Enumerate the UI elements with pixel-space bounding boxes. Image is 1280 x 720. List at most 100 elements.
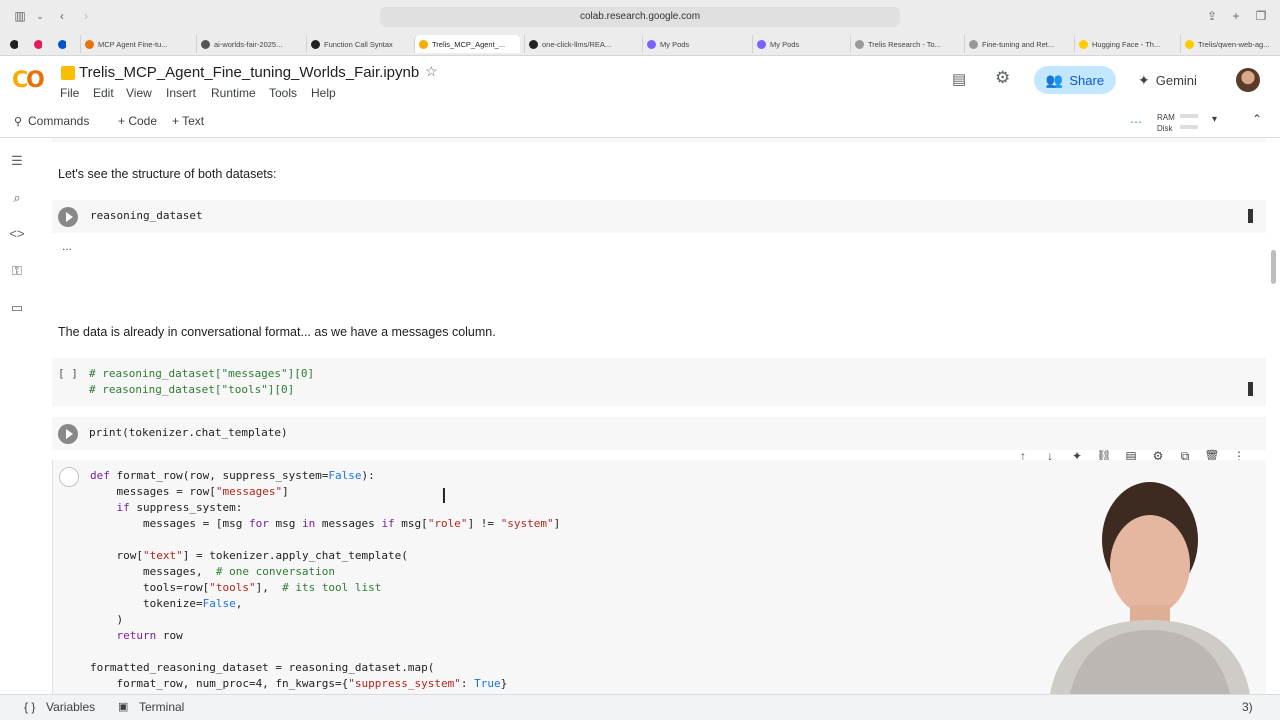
code-cell-reasoning-dataset[interactable]: reasoning_dataset	[52, 200, 1266, 233]
run-cell-icon[interactable]	[58, 424, 78, 444]
tab-label: MCP Agent Fine-tu...	[98, 39, 168, 49]
execution-count[interactable]: [ ]	[58, 367, 78, 380]
gemini-sparkle-icon: ✦	[1138, 71, 1150, 88]
browser-tab[interactable]: Fine-tuning and Ret...	[964, 35, 1070, 53]
tab-favicon-icon	[757, 39, 766, 49]
tab-favicon-icon	[647, 39, 656, 49]
back-icon[interactable]: ‹	[54, 8, 70, 24]
people-icon: 👥	[1045, 71, 1064, 88]
output-collapsed-indicator[interactable]: ...	[62, 239, 72, 253]
mouse-cursor-ibeam-icon: I	[441, 484, 447, 508]
tab-label: Fine-tuning and Ret...	[982, 39, 1055, 49]
menu-help[interactable]: Help	[311, 86, 336, 100]
menu-edit[interactable]: Edit	[93, 86, 114, 100]
browser-tab[interactable]: one-click-llms/REA...	[524, 35, 638, 53]
run-cell-icon[interactable]	[58, 207, 78, 227]
files-folder-icon[interactable]: ▭	[8, 299, 26, 317]
markdown-cell-structure[interactable]: Let's see the structure of both datasets…	[58, 167, 277, 181]
browser-tab[interactable]: ai-worlds-fair-2025...	[196, 35, 302, 53]
tab-label: Hugging Face - Th...	[1092, 39, 1161, 49]
tab-pinned-github[interactable]	[6, 35, 18, 53]
star-icon[interactable]: ☆	[425, 63, 438, 80]
browser-tab[interactable]: Trelis_MCP_Agent_...	[414, 35, 520, 53]
trello-icon	[58, 39, 66, 49]
terminal-icon: ▣	[118, 701, 129, 713]
run-cell-button[interactable]	[59, 467, 79, 487]
browser-tab[interactable]: Trelis/qwen-web-ag...	[1180, 35, 1280, 53]
tab-overview-icon[interactable]: ❐	[1253, 8, 1269, 24]
avatar[interactable]	[1236, 68, 1260, 92]
code-text: print(tokenizer.chat_template)	[89, 426, 288, 439]
tab-label: Trelis Research - To...	[868, 39, 941, 49]
tab-label: My Pods	[660, 39, 690, 49]
find-replace-icon[interactable]: ⌕	[8, 189, 26, 207]
menu-tools[interactable]: Tools	[269, 86, 297, 100]
code-editor[interactable]: def format_row(row, suppress_system=Fals…	[90, 468, 560, 692]
menu-insert[interactable]: Insert	[166, 86, 196, 100]
browser-tab[interactable]: My Pods	[752, 35, 846, 53]
browser-tab[interactable]: My Pods	[642, 35, 748, 53]
chevron-down-icon[interactable]: ▾	[1212, 114, 1217, 125]
comments-icon[interactable]: ▤	[952, 70, 966, 88]
gemini-label: Gemini	[1155, 72, 1197, 88]
sidebar-toggle-icon[interactable]: ▥	[12, 8, 28, 24]
notebook-title[interactable]: Trelis_MCP_Agent_Fine_tuning_Worlds_Fair…	[79, 64, 419, 81]
tab-favicon-icon	[1185, 39, 1194, 49]
share-button[interactable]: 👥 Share	[1034, 66, 1116, 94]
menu-view[interactable]: View	[126, 86, 152, 100]
cell-scrollbar[interactable]	[1248, 209, 1253, 223]
browser-chrome: ▥ ⌄ ‹ › colab.research.google.com ⇪ + ❐ …	[0, 0, 1280, 56]
tab-favicon-icon	[201, 39, 210, 49]
collapse-header-icon[interactable]: ⌃	[1252, 112, 1262, 126]
resource-monitor[interactable]: RAM Disk	[1157, 112, 1175, 134]
commands-button[interactable]: Commands	[28, 114, 89, 128]
tab-pinned-trello[interactable]	[54, 35, 66, 53]
share-page-icon[interactable]: ⇪	[1204, 8, 1220, 24]
url-text: colab.research.google.com	[579, 11, 701, 22]
tab-favicon-icon	[311, 39, 320, 49]
share-label: Share	[1069, 72, 1105, 88]
markdown-cell-conversational[interactable]: The data is already in conversational fo…	[58, 325, 496, 339]
menu-file[interactable]: File	[60, 86, 79, 100]
left-side-rail: ☰ ⌕ <> ⚿ ▭	[0, 138, 34, 694]
chevron-down-icon[interactable]: ⌄	[32, 8, 48, 24]
variables-icon: { }	[24, 700, 36, 714]
ram-bar	[1180, 114, 1198, 118]
browser-tab[interactable]: Function Call Syntax	[306, 35, 410, 53]
variables-button[interactable]: Variables	[46, 700, 95, 714]
status-count: 3)	[1242, 700, 1253, 714]
new-tab-icon[interactable]: +	[1228, 8, 1244, 24]
settings-gear-icon[interactable]: ⚙	[995, 68, 1010, 88]
browser-tab[interactable]: MCP Agent Fine-tu...	[80, 35, 192, 53]
disk-bar	[1180, 125, 1198, 129]
drive-icon	[61, 66, 75, 80]
add-code-button[interactable]: + Code	[118, 114, 157, 128]
tab-favicon-icon	[969, 39, 978, 49]
table-of-contents-icon[interactable]: ☰	[8, 152, 26, 170]
webcam-overlay	[1010, 480, 1280, 694]
browser-tab[interactable]: Trelis Research - To...	[850, 35, 960, 53]
slack-icon	[34, 39, 42, 49]
tab-label: ai-worlds-fair-2025...	[214, 39, 283, 49]
code-comment-line-2: # reasoning_dataset["tools"][0]	[89, 383, 295, 396]
terminal-button[interactable]: Terminal	[139, 700, 184, 714]
forward-icon[interactable]: ›	[78, 8, 94, 24]
bottom-status-bar: { } Variables ▣ Terminal 3)	[0, 694, 1280, 720]
code-snippets-icon[interactable]: <>	[8, 225, 26, 243]
secrets-key-icon[interactable]: ⚿	[8, 262, 26, 280]
tab-favicon-icon	[419, 39, 428, 49]
cell-scrollbar[interactable]	[1248, 382, 1253, 396]
colab-logo[interactable]: CO	[12, 68, 45, 93]
page-scrollbar[interactable]	[1271, 250, 1276, 284]
code-cell-commented[interactable]: [ ] # reasoning_dataset["messages"][0] #…	[52, 358, 1266, 406]
browser-tab[interactable]: Hugging Face - Th...	[1074, 35, 1176, 53]
tab-favicon-icon	[85, 39, 94, 49]
search-icon: ⚲	[14, 116, 23, 128]
menu-runtime[interactable]: Runtime	[211, 86, 256, 100]
address-bar[interactable]: colab.research.google.com	[380, 7, 900, 27]
previous-cell-edge	[52, 138, 1266, 142]
presenter-image	[1050, 482, 1250, 694]
add-text-button[interactable]: + Text	[172, 114, 204, 128]
tab-pinned-slack[interactable]	[30, 35, 42, 53]
gemini-button[interactable]: ✦ Gemini	[1138, 66, 1212, 94]
